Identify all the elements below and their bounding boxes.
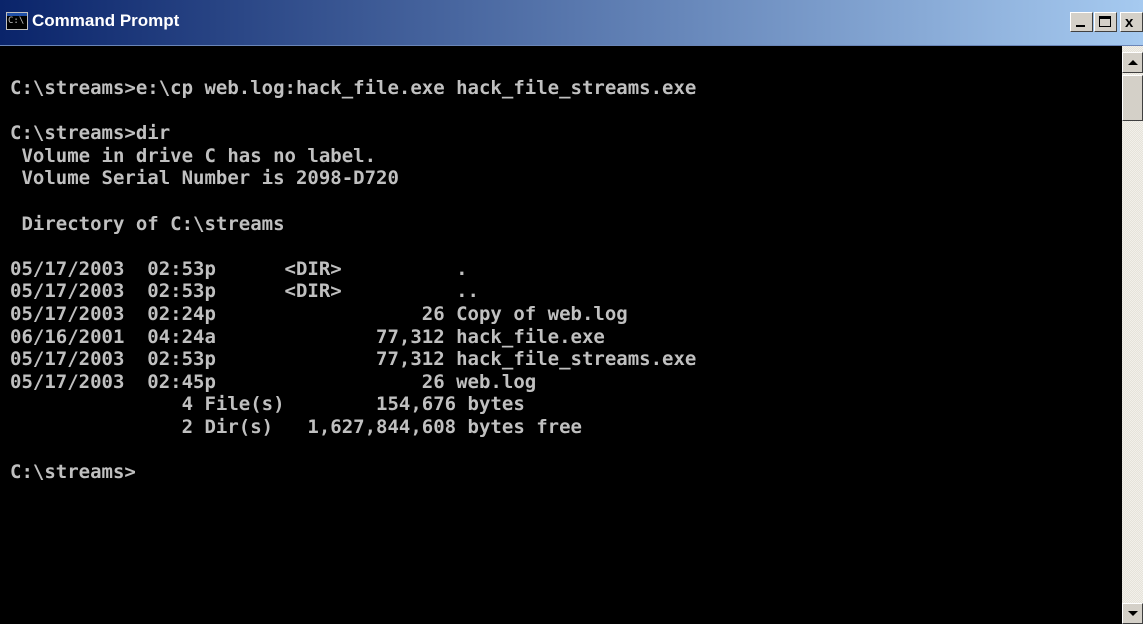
command-prompt-window: C:\ Command Prompt x C:\streams>e:\cp we… <box>0 0 1143 624</box>
arrow-down-icon <box>1128 611 1138 616</box>
console-icon-text: C:\ <box>8 16 25 26</box>
minimize-button[interactable] <box>1070 12 1093 32</box>
console-icon[interactable]: C:\ <box>6 12 28 30</box>
close-button[interactable]: x <box>1120 12 1143 32</box>
maximize-icon <box>1099 16 1111 27</box>
scrollbar-thumb[interactable] <box>1122 75 1143 121</box>
scroll-up-button[interactable] <box>1122 52 1143 73</box>
maximize-button[interactable] <box>1094 12 1117 32</box>
minimize-icon <box>1076 25 1085 27</box>
console-output: C:\streams>e:\cp web.log:hack_file.exe h… <box>10 77 697 484</box>
window-title: Command Prompt <box>32 11 180 30</box>
console-area[interactable]: C:\streams>e:\cp web.log:hack_file.exe h… <box>0 46 1122 624</box>
arrow-up-icon <box>1128 60 1138 65</box>
scroll-down-button[interactable] <box>1122 603 1143 624</box>
title-bar[interactable]: C:\ Command Prompt x <box>0 0 1143 46</box>
close-icon: x <box>1125 14 1134 31</box>
vertical-scrollbar[interactable] <box>1122 46 1143 624</box>
